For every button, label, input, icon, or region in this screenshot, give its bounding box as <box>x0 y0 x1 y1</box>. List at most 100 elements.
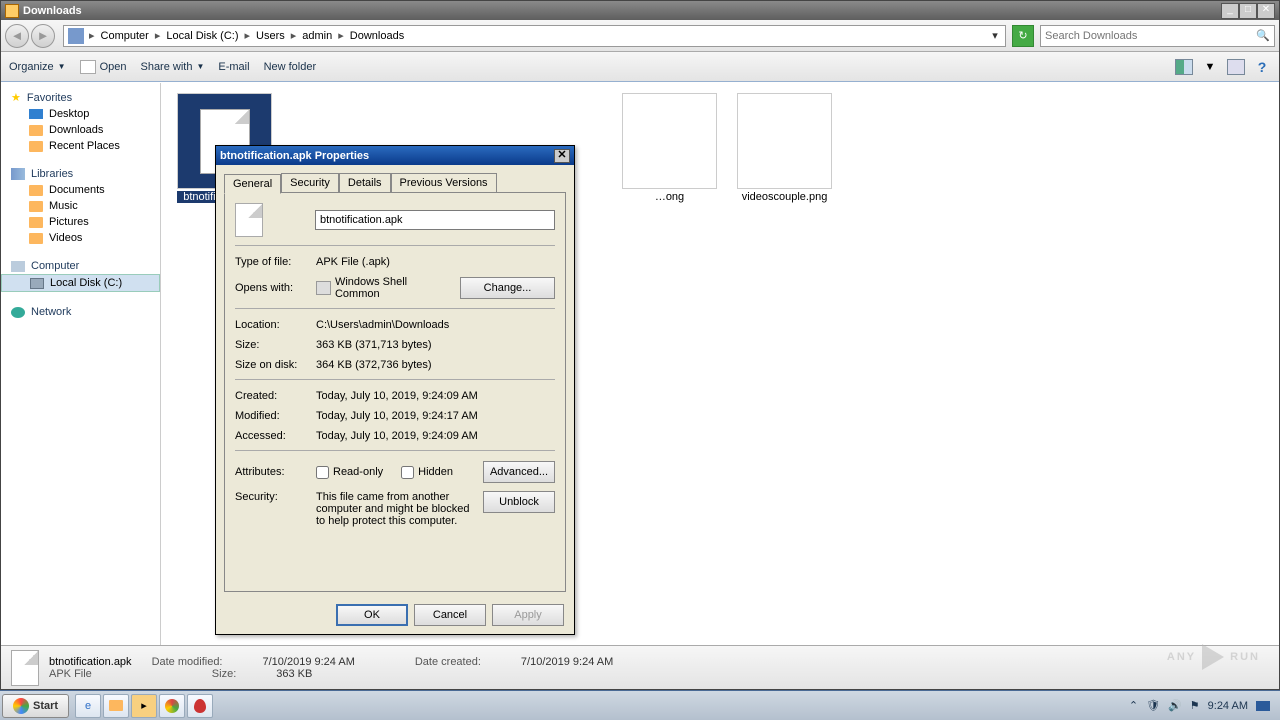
modified-value: Today, July 10, 2019, 9:24:17 AM <box>316 410 478 422</box>
maximize-button[interactable]: □ <box>1239 3 1257 19</box>
share-menu[interactable]: Share with▼ <box>140 61 204 73</box>
libraries-header[interactable]: Libraries <box>1 166 160 182</box>
taskbar: Start e ▸ ⌃ 🛡 🔊 ⚑ 9:24 AM <box>0 690 1280 720</box>
file-item[interactable]: …ong <box>622 93 717 203</box>
filename-input[interactable] <box>315 210 555 230</box>
file-item[interactable]: videoscouple.png <box>737 93 832 203</box>
security-text: This file came from another computer and… <box>316 491 476 527</box>
close-button[interactable]: ✕ <box>1257 3 1275 19</box>
favorites-header[interactable]: ★Favorites <box>1 89 160 106</box>
app-icon <box>316 281 331 295</box>
explorer-window: Downloads _ □ ✕ ◄ ► ▸ Computer▸ Local Di… <box>0 0 1280 690</box>
crumb-downloads[interactable]: Downloads <box>347 30 407 42</box>
taskbar-shield-icon[interactable] <box>187 694 213 718</box>
file-thumb <box>737 93 832 189</box>
tab-security[interactable]: Security <box>281 173 339 192</box>
sidebar-item-desktop[interactable]: Desktop <box>1 106 160 122</box>
cancel-button[interactable]: Cancel <box>414 604 486 626</box>
advanced-button[interactable]: Advanced... <box>483 461 555 483</box>
tray-shield-icon[interactable]: 🛡 <box>1146 699 1160 712</box>
crumb-disk[interactable]: Local Disk (C:) <box>163 30 241 42</box>
file-name: …ong <box>622 191 717 203</box>
newfolder-button[interactable]: New folder <box>264 61 317 73</box>
opens-with: Windows Shell Common <box>335 276 446 300</box>
sidebar-item-music[interactable]: Music <box>1 198 160 214</box>
tray-monitor-icon[interactable] <box>1256 701 1270 711</box>
back-button[interactable]: ◄ <box>5 24 29 48</box>
tab-previous-versions[interactable]: Previous Versions <box>391 173 497 192</box>
dialog-title-bar[interactable]: btnotification.apk Properties ✕ <box>216 146 574 165</box>
tab-general[interactable]: General <box>224 174 281 194</box>
taskbar-explorer-icon[interactable] <box>103 694 129 718</box>
system-tray[interactable]: ⌃ 🛡 🔊 ⚑ 9:24 AM <box>1121 699 1278 712</box>
hidden-checkbox[interactable]: Hidden <box>401 466 453 479</box>
tray-chevron-icon[interactable]: ⌃ <box>1129 699 1138 712</box>
change-button[interactable]: Change... <box>460 277 555 299</box>
status-bar: btnotification.apk Date modified: 7/10/2… <box>1 645 1279 689</box>
forward-button[interactable]: ► <box>31 24 55 48</box>
sidebar-item-local-disk[interactable]: Local Disk (C:) <box>1 274 160 292</box>
toolbar: Organize▼ Open Share with▼ E-mail New fo… <box>1 52 1279 82</box>
preview-pane-icon[interactable] <box>1175 59 1193 75</box>
sizeondisk-value: 364 KB (372,736 bytes) <box>316 359 432 371</box>
status-filename: btnotification.apk <box>49 656 132 668</box>
file-type-icon <box>235 203 263 237</box>
start-orb-icon <box>13 698 29 714</box>
crumb-computer[interactable]: Computer <box>98 30 152 42</box>
apply-button[interactable]: Apply <box>492 604 564 626</box>
crumb-users[interactable]: Users <box>253 30 288 42</box>
view-dropdown-icon[interactable]: ▼ <box>1201 59 1219 75</box>
dialog-title: btnotification.apk Properties <box>220 150 554 162</box>
computer-header[interactable]: Computer <box>1 258 160 274</box>
sidebar-item-downloads[interactable]: Downloads <box>1 122 160 138</box>
minimize-button[interactable]: _ <box>1221 3 1239 19</box>
sidebar-item-documents[interactable]: Documents <box>1 182 160 198</box>
dialog-tabs: General Security Details Previous Versio… <box>224 173 566 192</box>
ok-button[interactable]: OK <box>336 604 408 626</box>
email-button[interactable]: E-mail <box>218 61 249 73</box>
start-button[interactable]: Start <box>2 694 69 718</box>
search-box[interactable]: 🔍 <box>1040 25 1275 47</box>
breadcrumb-dropdown[interactable]: ▾ <box>987 29 1003 42</box>
help-icon[interactable]: ? <box>1253 59 1271 75</box>
tray-flag-icon[interactable]: ⚑ <box>1190 699 1200 712</box>
tab-panel-general: Type of file:APK File (.apk) Opens with:… <box>224 192 566 592</box>
crumb-admin[interactable]: admin <box>299 30 335 42</box>
sidebar-item-pictures[interactable]: Pictures <box>1 214 160 230</box>
nav-bar: ◄ ► ▸ Computer▸ Local Disk (C:)▸ Users▸ … <box>1 20 1279 52</box>
properties-dialog[interactable]: btnotification.apk Properties ✕ General … <box>215 145 575 635</box>
network-header[interactable]: Network <box>1 304 160 320</box>
open-button[interactable]: Open <box>80 60 127 74</box>
breadcrumb[interactable]: ▸ Computer▸ Local Disk (C:)▸ Users▸ admi… <box>63 25 1006 47</box>
organize-menu[interactable]: Organize▼ <box>9 61 66 73</box>
sidebar: ★Favorites Desktop Downloads Recent Plac… <box>1 83 161 645</box>
window-icon <box>5 4 19 18</box>
taskbar-app-icon[interactable]: ▸ <box>131 694 157 718</box>
search-icon[interactable]: 🔍 <box>1256 29 1270 42</box>
taskbar-ie-icon[interactable]: e <box>75 694 101 718</box>
window-title: Downloads <box>23 5 1221 17</box>
sidebar-item-videos[interactable]: Videos <box>1 230 160 246</box>
status-filetype: APK File <box>49 668 92 680</box>
file-thumb <box>622 93 717 189</box>
unblock-button[interactable]: Unblock <box>483 491 555 513</box>
taskbar-chrome-icon[interactable] <box>159 694 185 718</box>
view-options-icon[interactable] <box>1227 59 1245 75</box>
location-value: C:\Users\admin\Downloads <box>316 319 449 331</box>
created-value: Today, July 10, 2019, 9:24:09 AM <box>316 390 478 402</box>
size-value: 363 KB (371,713 bytes) <box>316 339 432 351</box>
dialog-close-button[interactable]: ✕ <box>554 149 570 163</box>
play-icon <box>1202 644 1224 670</box>
watermark: ANYRUN <box>1167 644 1260 670</box>
accessed-value: Today, July 10, 2019, 9:24:09 AM <box>316 430 478 442</box>
refresh-button[interactable]: ↻ <box>1012 25 1034 47</box>
tab-details[interactable]: Details <box>339 173 391 192</box>
readonly-checkbox[interactable]: Read-only <box>316 466 383 479</box>
sidebar-item-recent[interactable]: Recent Places <box>1 138 160 154</box>
computer-icon <box>68 28 84 44</box>
search-input[interactable] <box>1045 30 1256 42</box>
title-bar[interactable]: Downloads _ □ ✕ <box>1 1 1279 20</box>
tray-volume-icon[interactable]: 🔊 <box>1168 699 1182 712</box>
file-name: videoscouple.png <box>737 191 832 203</box>
tray-clock[interactable]: 9:24 AM <box>1208 700 1248 712</box>
